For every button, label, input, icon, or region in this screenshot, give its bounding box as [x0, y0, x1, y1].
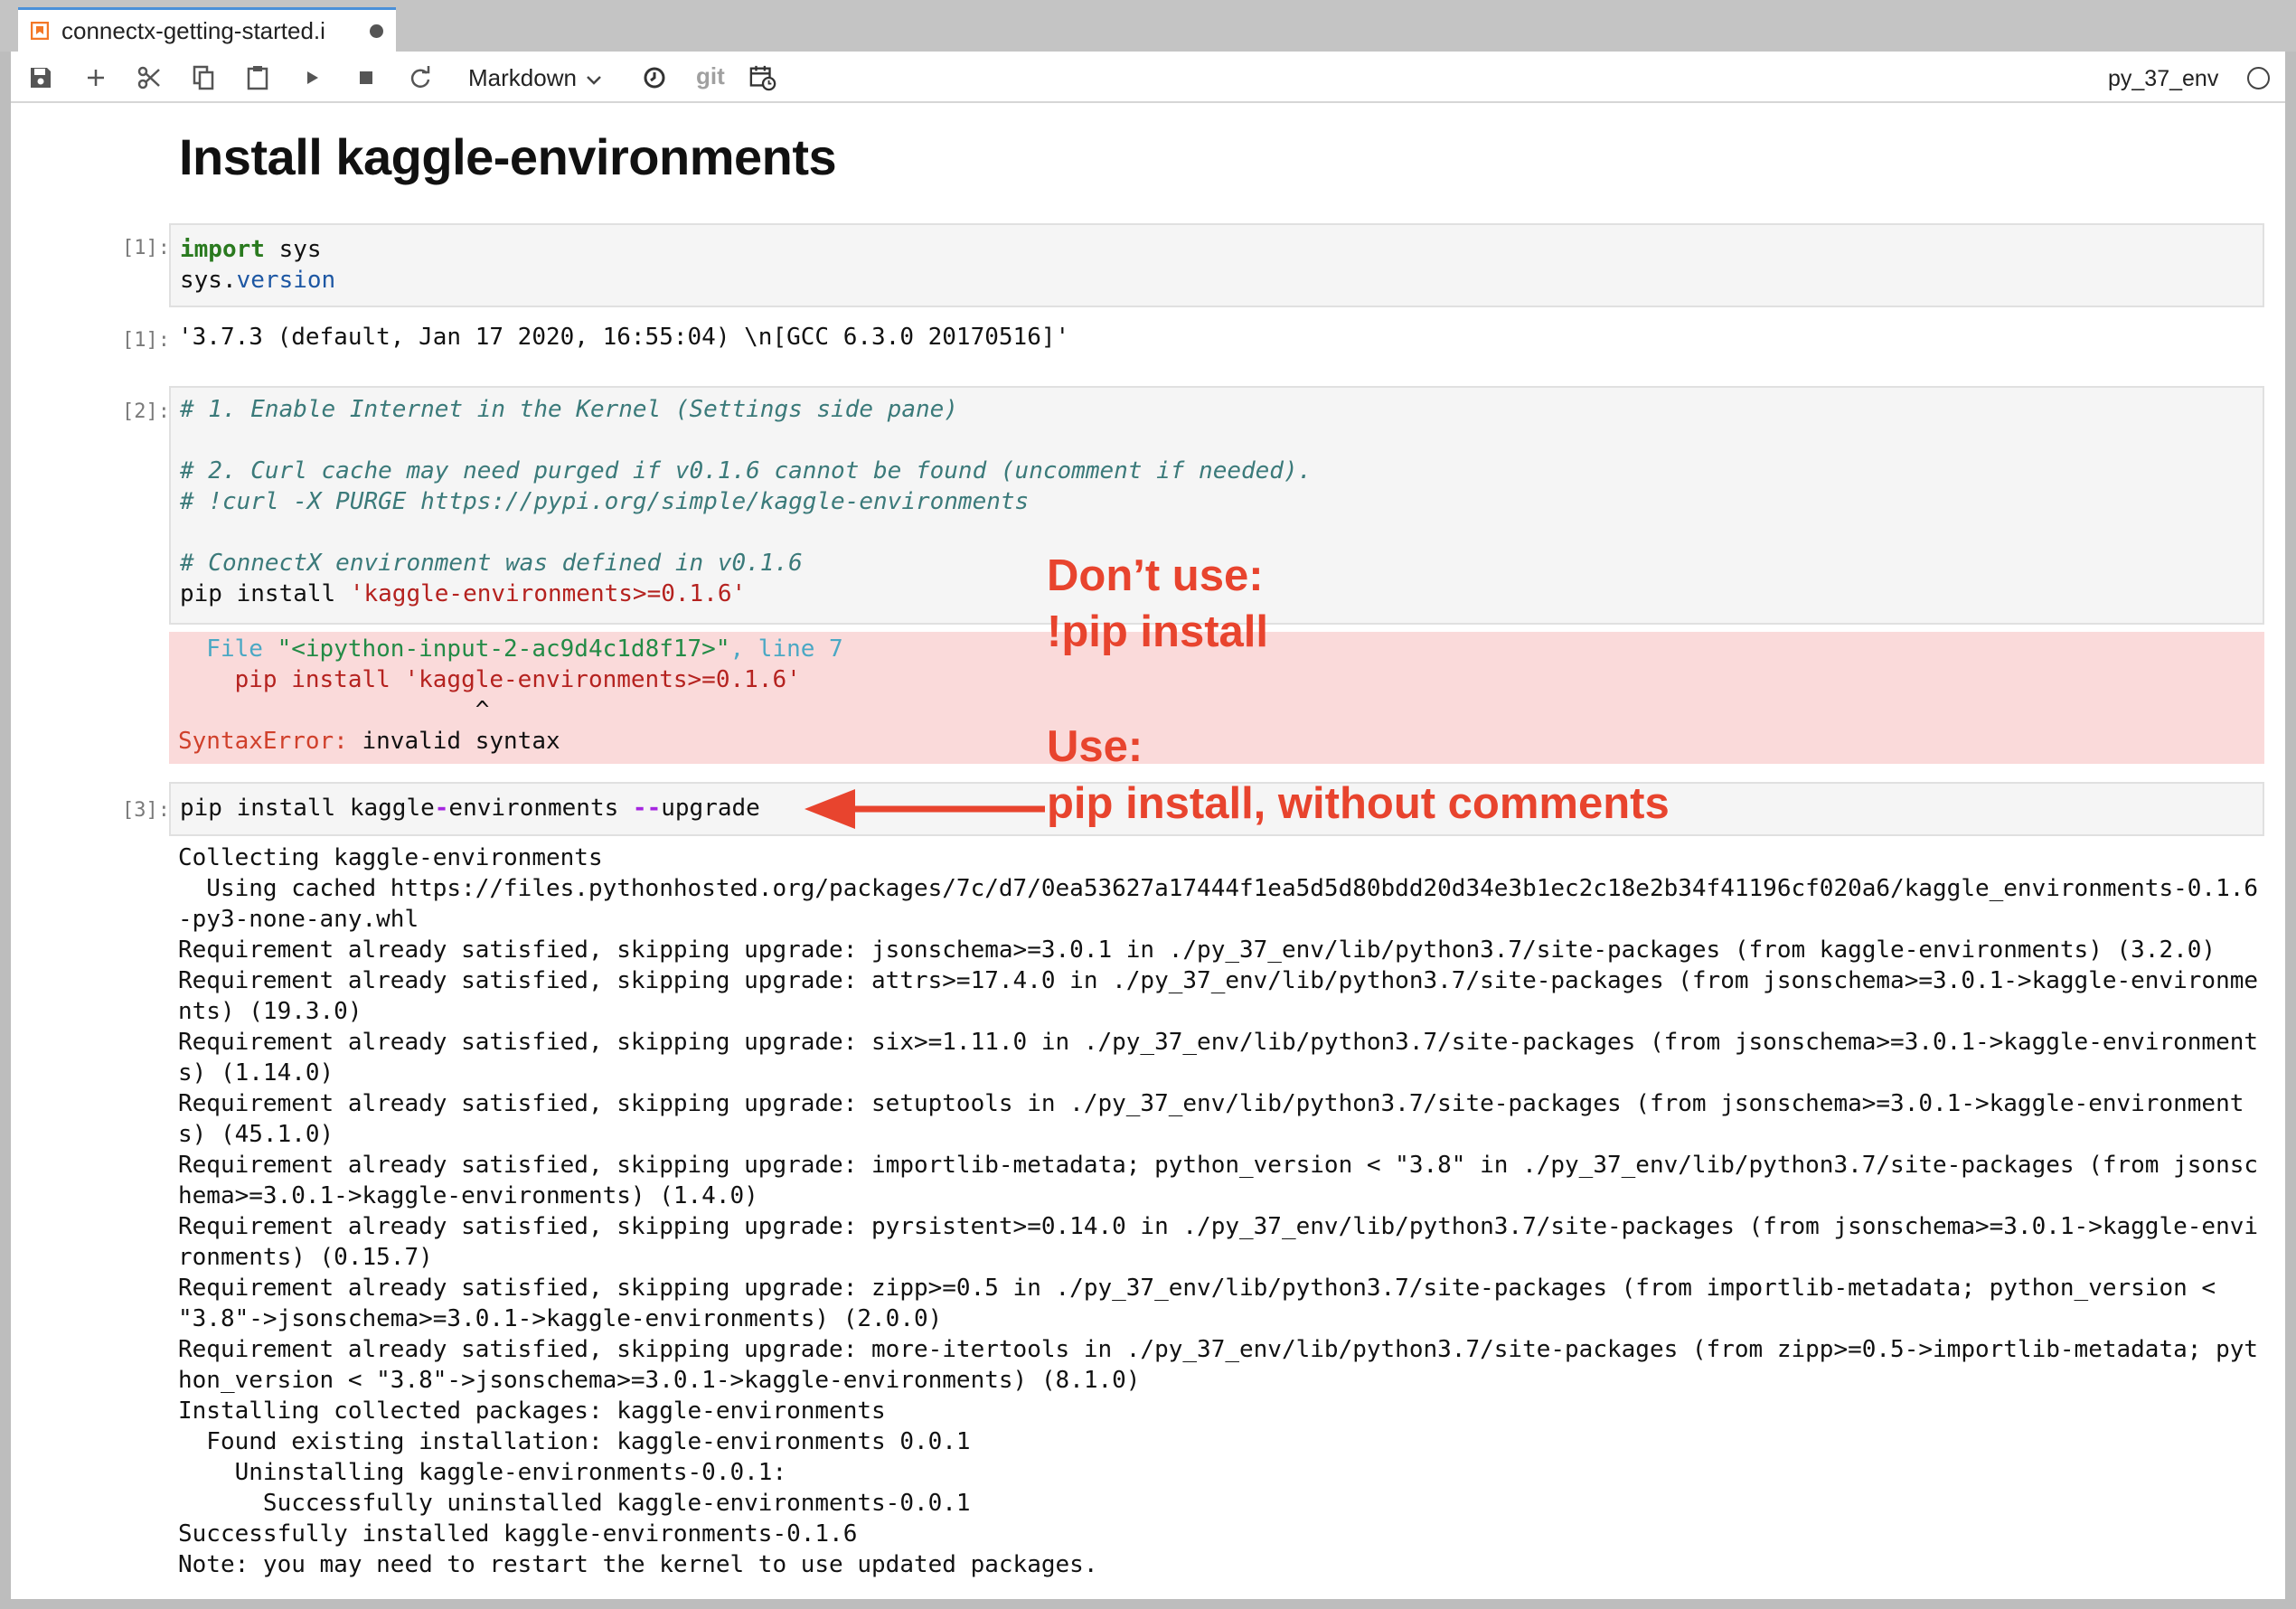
- cell-1-input-prompt: [1]:: [122, 237, 170, 259]
- stop-icon[interactable]: [353, 64, 380, 91]
- annotation-use-label: Use:: [1047, 722, 1143, 771]
- cell-3-input-prompt: [3]:: [122, 799, 170, 822]
- annotation-dont-use-value: !pip install: [1047, 607, 1268, 656]
- tab-notebook[interactable]: connectx-getting-started.i: [18, 7, 396, 52]
- annotation-arrow-icon: [805, 789, 1045, 829]
- cell-1-input[interactable]: import sys sys.version: [169, 223, 2264, 307]
- annotation-dont-use-label: Don’t use:: [1047, 551, 1264, 600]
- git-button[interactable]: git: [696, 62, 725, 90]
- unsaved-dot-icon[interactable]: [370, 24, 383, 38]
- cell-type-value: Markdown: [468, 63, 577, 91]
- kernel-name[interactable]: py_37_env: [2108, 66, 2218, 92]
- error-traceback: File "<ipython-input-2-ac9d4c1d8f17>", l…: [178, 635, 843, 755]
- notebook-icon: [31, 22, 49, 40]
- cell-3-output: Collecting kaggle-environments Using cac…: [178, 844, 2259, 1578]
- paste-icon[interactable]: [244, 64, 271, 91]
- save-icon[interactable]: [27, 64, 54, 91]
- cell-2-input-prompt: [2]:: [122, 400, 170, 423]
- tab-bar: connectx-getting-started.i: [0, 0, 2296, 52]
- restart-icon[interactable]: [407, 64, 434, 91]
- cell-3-code: pip install kaggle-environments --upgrad…: [180, 795, 760, 822]
- cut-icon[interactable]: [136, 64, 163, 91]
- cell-1-output-prompt: [1]:: [122, 329, 170, 352]
- annotation-use-value: pip install, without comments: [1047, 779, 1670, 828]
- chevron-down-icon: [586, 64, 602, 92]
- copy-icon[interactable]: [190, 64, 217, 91]
- cell-type-select[interactable]: Markdown: [468, 63, 602, 92]
- tab-title: connectx-getting-started.i: [61, 16, 325, 44]
- cell-1-output: '3.7.3 (default, Jan 17 2020, 16:55:04) …: [178, 324, 1070, 351]
- notebook-window: Markdown git py_37_env Install kaggle-en…: [11, 52, 2285, 1599]
- page-title: Install kaggle-environments: [179, 128, 837, 185]
- add-cell-icon[interactable]: [82, 64, 109, 91]
- toolbar: Markdown git py_37_env: [11, 52, 2285, 103]
- cell-1-code: import sys sys.version: [180, 236, 336, 294]
- schedule-calendar-icon[interactable]: [749, 64, 776, 91]
- clock-icon[interactable]: [641, 64, 668, 91]
- kernel-status-icon: [2247, 67, 2270, 89]
- run-icon[interactable]: [298, 64, 325, 91]
